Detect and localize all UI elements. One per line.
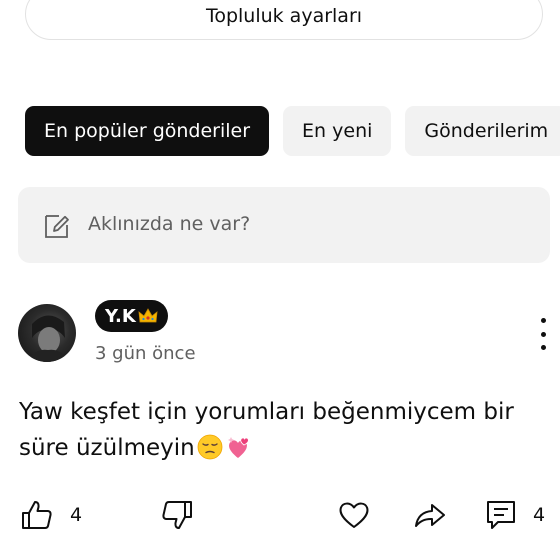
thumb-up-icon xyxy=(22,501,52,529)
share-button[interactable] xyxy=(413,497,447,533)
like-button[interactable]: 4 xyxy=(20,497,82,533)
composer-placeholder: Aklınızda ne var? xyxy=(88,213,251,235)
author-avatar[interactable] xyxy=(18,304,76,362)
crown-emoji xyxy=(138,308,158,323)
comments-button[interactable]: 4 xyxy=(484,497,545,533)
heart-icon xyxy=(339,502,369,528)
thumb-down-icon xyxy=(162,501,192,529)
avatar-image xyxy=(28,315,68,362)
share-icon xyxy=(415,504,445,527)
tab-newest-label: En yeni xyxy=(302,120,373,142)
community-settings-label: Topluluk ayarları xyxy=(205,5,363,27)
post-text-content: Yaw keşfet için yorumları beğenmiycem bi… xyxy=(19,399,514,461)
edit-icon xyxy=(45,215,69,238)
comment-icon xyxy=(487,501,515,529)
dislike-button[interactable] xyxy=(160,497,194,533)
author-name-badge[interactable]: Y.K xyxy=(95,300,168,332)
post-filter-tabs: En popüler gönderiler En yeni Gönderiler… xyxy=(25,106,560,156)
pensive-face-emoji xyxy=(197,434,223,460)
tab-newest[interactable]: En yeni xyxy=(283,106,392,156)
comment-count: 4 xyxy=(533,504,546,526)
post-text: Yaw keşfet için yorumları beğenmiycem bi… xyxy=(19,394,539,466)
author-name: Y.K xyxy=(105,305,136,327)
tab-my-posts-label: Gönderilerim xyxy=(424,120,549,142)
two-hearts-emoji xyxy=(227,437,249,458)
like-count: 4 xyxy=(70,504,83,526)
tab-top-posts-label: En popüler gönderiler xyxy=(44,120,251,142)
post-time: 3 gün önce xyxy=(95,343,196,364)
tab-top-posts[interactable]: En popüler gönderiler xyxy=(25,106,270,156)
heart-button[interactable] xyxy=(337,497,371,533)
post-composer[interactable]: Aklınızda ne var? xyxy=(18,187,550,263)
more-options-icon[interactable] xyxy=(536,318,550,350)
tab-my-posts[interactable]: Gönderilerim xyxy=(405,106,560,156)
community-settings-button[interactable]: Topluluk ayarları xyxy=(25,0,543,40)
